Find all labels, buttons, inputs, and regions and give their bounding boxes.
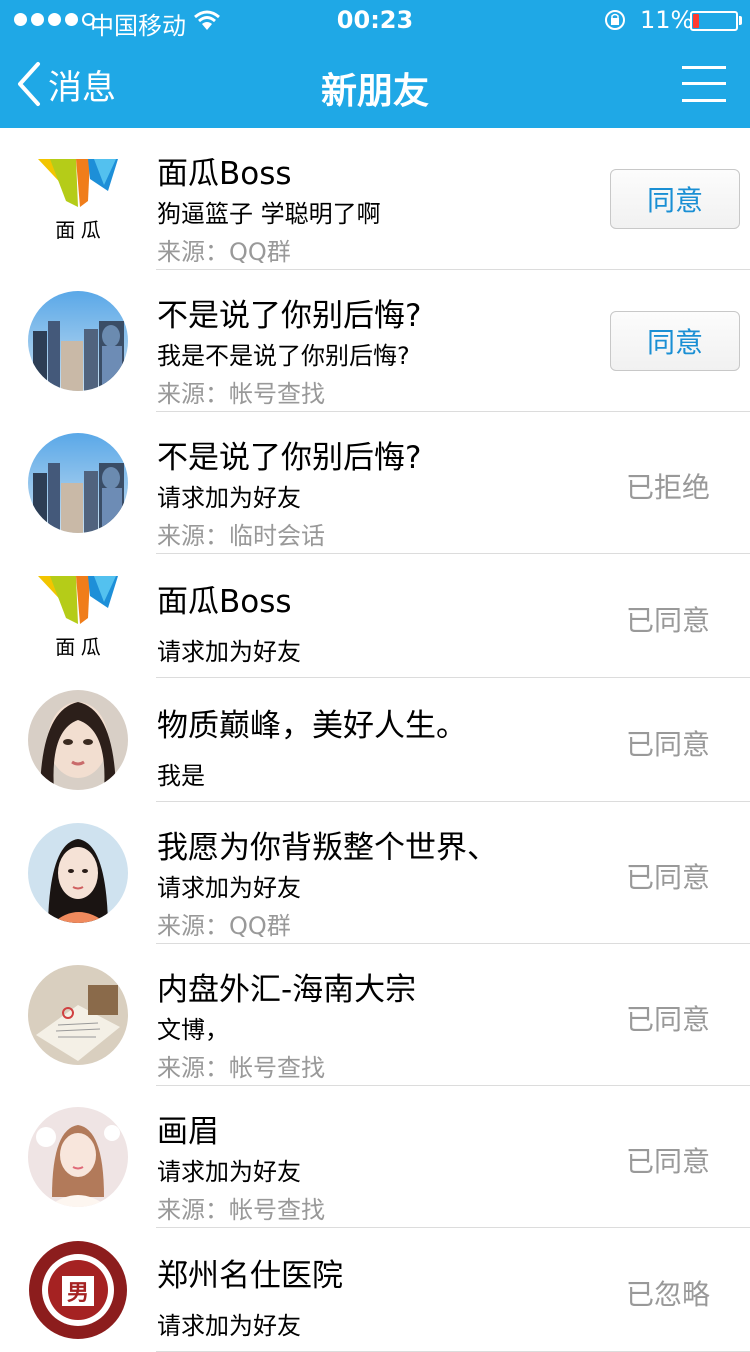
friend-request-row[interactable]: 面 瓜 面瓜Boss 请求加为好友 已同意 — [0, 554, 750, 678]
request-status: 已同意 — [625, 1003, 710, 1036]
avatar-image — [28, 965, 128, 1065]
contact-name: 郑州名仕医院 — [157, 1258, 343, 1294]
request-message: 我是 — [157, 762, 205, 790]
friend-request-row[interactable]: 面 瓜 面瓜Boss 狗逼篮子 学聪明了啊 来源：QQ群 同意 — [0, 128, 750, 270]
request-message: 我是不是说了你别后悔? — [157, 342, 410, 370]
request-status: 已同意 — [625, 861, 710, 894]
contact-name: 内盘外汇-海南大宗 — [157, 972, 417, 1008]
avatar-image — [28, 690, 128, 790]
request-source: 来源：临时会话 — [157, 522, 325, 550]
avatar[interactable] — [28, 291, 128, 391]
request-message: 请求加为好友 — [157, 1158, 301, 1186]
rotation-lock-icon — [605, 10, 625, 30]
avatar-image — [28, 433, 128, 533]
nav-bar: 消息 新朋友 — [0, 40, 750, 128]
contact-name: 画眉 — [157, 1114, 219, 1150]
request-status: 已同意 — [625, 728, 710, 761]
avatar-image — [28, 823, 128, 923]
battery-percent: 11% — [640, 6, 694, 34]
battery-icon — [690, 11, 738, 31]
avatar[interactable] — [28, 823, 128, 923]
friend-request-row[interactable]: 男 郑州名仕医院请求加为好友 已忽略 — [0, 1228, 750, 1352]
svg-text:面 瓜: 面 瓜 — [55, 637, 101, 659]
contact-name: 不是说了你别后悔? — [157, 440, 422, 476]
request-status: 已同意 — [625, 1145, 710, 1178]
friend-request-row[interactable]: 物质巅峰，美好人生。我是 已同意 — [0, 678, 750, 802]
contact-name: 面瓜Boss — [157, 156, 292, 192]
back-button[interactable]: 消息 — [14, 58, 116, 110]
hospital-logo-icon: 男 — [29, 1241, 127, 1339]
status-bar: 中国移动 00:23 11% — [0, 0, 750, 40]
avatar-image — [28, 291, 128, 391]
avatar[interactable] — [28, 965, 128, 1065]
back-label: 消息 — [48, 67, 116, 108]
accept-button[interactable]: 同意 — [610, 311, 740, 371]
request-message: 请求加为好友 — [157, 874, 301, 902]
accept-button[interactable]: 同意 — [610, 169, 740, 229]
avatar[interactable] — [28, 433, 128, 533]
request-message: 狗逼篮子 学聪明了啊 — [157, 200, 381, 228]
svg-text:面 瓜: 面 瓜 — [55, 220, 101, 242]
friend-request-row[interactable]: 我愿为你背叛整个世界、请求加为好友 来源：QQ群 已同意 — [0, 802, 750, 944]
app-logo-icon: 面 瓜 — [28, 149, 128, 249]
contact-name: 不是说了你别后悔? — [157, 298, 422, 334]
avatar[interactable] — [28, 690, 128, 790]
request-source: 来源：QQ群 — [157, 238, 291, 266]
request-source: 来源：QQ群 — [157, 912, 291, 940]
avatar[interactable]: 面 瓜 — [28, 566, 128, 666]
request-source: 来源：帐号查找 — [157, 1196, 325, 1224]
request-message: 文博， — [157, 1016, 229, 1044]
menu-icon[interactable] — [682, 66, 726, 102]
request-source: 来源：帐号查找 — [157, 380, 325, 408]
app-logo-icon: 面 瓜 — [28, 566, 128, 666]
request-status: 已忽略 — [625, 1278, 710, 1311]
avatar[interactable]: 面 瓜 — [28, 149, 128, 249]
request-message: 请求加为好友 — [157, 638, 301, 666]
header: 中国移动 00:23 11% 消息 新朋友 — [0, 0, 750, 128]
request-status: 已同意 — [625, 604, 710, 637]
contact-name: 面瓜Boss — [157, 584, 292, 620]
avatar[interactable] — [28, 1107, 128, 1207]
request-message: 请求加为好友 — [157, 1312, 301, 1340]
request-status: 已拒绝 — [625, 471, 710, 504]
contact-name: 我愿为你背叛整个世界、 — [157, 830, 498, 866]
battery-tip — [739, 16, 742, 25]
request-source: 来源：帐号查找 — [157, 1054, 325, 1082]
status-time: 00:23 — [336, 6, 414, 34]
friend-request-row[interactable]: 不是说了你别后悔? 请求加为好友 来源：临时会话 已拒绝 — [0, 412, 750, 554]
contact-name: 物质巅峰，美好人生。 — [157, 708, 467, 744]
friend-request-row[interactable]: 内盘外汇-海南大宗文博， 来源：帐号查找 已同意 — [0, 944, 750, 1086]
friend-request-row[interactable]: 不是说了你别后悔? 我是不是说了你别后悔? 来源：帐号查找 同意 — [0, 270, 750, 412]
avatar-image — [28, 1107, 128, 1207]
svg-text:男: 男 — [67, 1280, 89, 1305]
friend-request-row[interactable]: 画眉请求加为好友 来源：帐号查找 已同意 — [0, 1086, 750, 1228]
chevron-left-icon — [18, 62, 40, 106]
friend-request-list: 面 瓜 面瓜Boss 狗逼篮子 学聪明了啊 来源：QQ群 同意 不是说了你别后悔? 我是… — [0, 128, 750, 1352]
avatar[interactable]: 男 — [28, 1240, 128, 1340]
request-message: 请求加为好友 — [157, 484, 301, 512]
